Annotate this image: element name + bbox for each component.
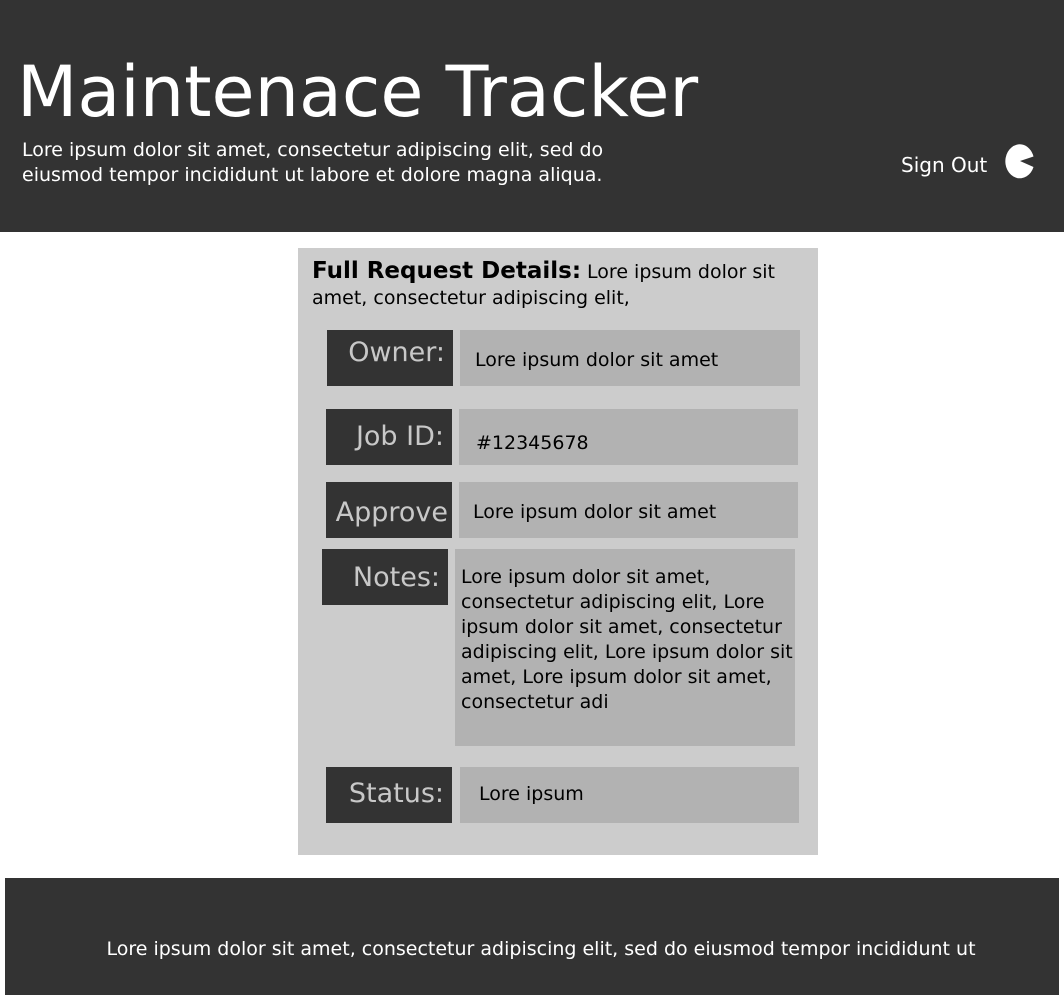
- pie-chart-icon[interactable]: [1005, 143, 1035, 179]
- job-id-value: #12345678: [459, 409, 798, 465]
- panel-heading-title: Full Request Details:: [312, 258, 582, 284]
- app-subtitle: Lore ipsum dolor sit amet, consectetur a…: [22, 139, 604, 186]
- notes-value: Lore ipsum dolor sit amet, consectetur a…: [455, 549, 795, 746]
- status-label: Status:: [326, 767, 452, 823]
- job-id-label: Job ID:: [326, 409, 452, 465]
- sign-out-link[interactable]: Sign Out: [901, 152, 987, 178]
- header: Maintenace Tracker Lore ipsum dolor sit …: [0, 0, 1064, 232]
- owner-value: Lore ipsum dolor sit amet: [460, 330, 800, 386]
- owner-label: Owner:: [327, 330, 453, 386]
- panel-heading: Full Request Details: Lore ipsum dolor s…: [312, 258, 807, 311]
- app-title: Maintenace Tracker: [17, 51, 699, 133]
- footer: Lore ipsum dolor sit amet, consectetur a…: [5, 878, 1059, 995]
- approve-value: Lore ipsum dolor sit amet: [459, 482, 798, 538]
- approve-label: Approve: [326, 482, 452, 538]
- notes-label: Notes:: [322, 549, 448, 605]
- status-value: Lore ipsum: [460, 767, 799, 823]
- footer-text: Lore ipsum dolor sit amet, consectetur a…: [106, 938, 976, 960]
